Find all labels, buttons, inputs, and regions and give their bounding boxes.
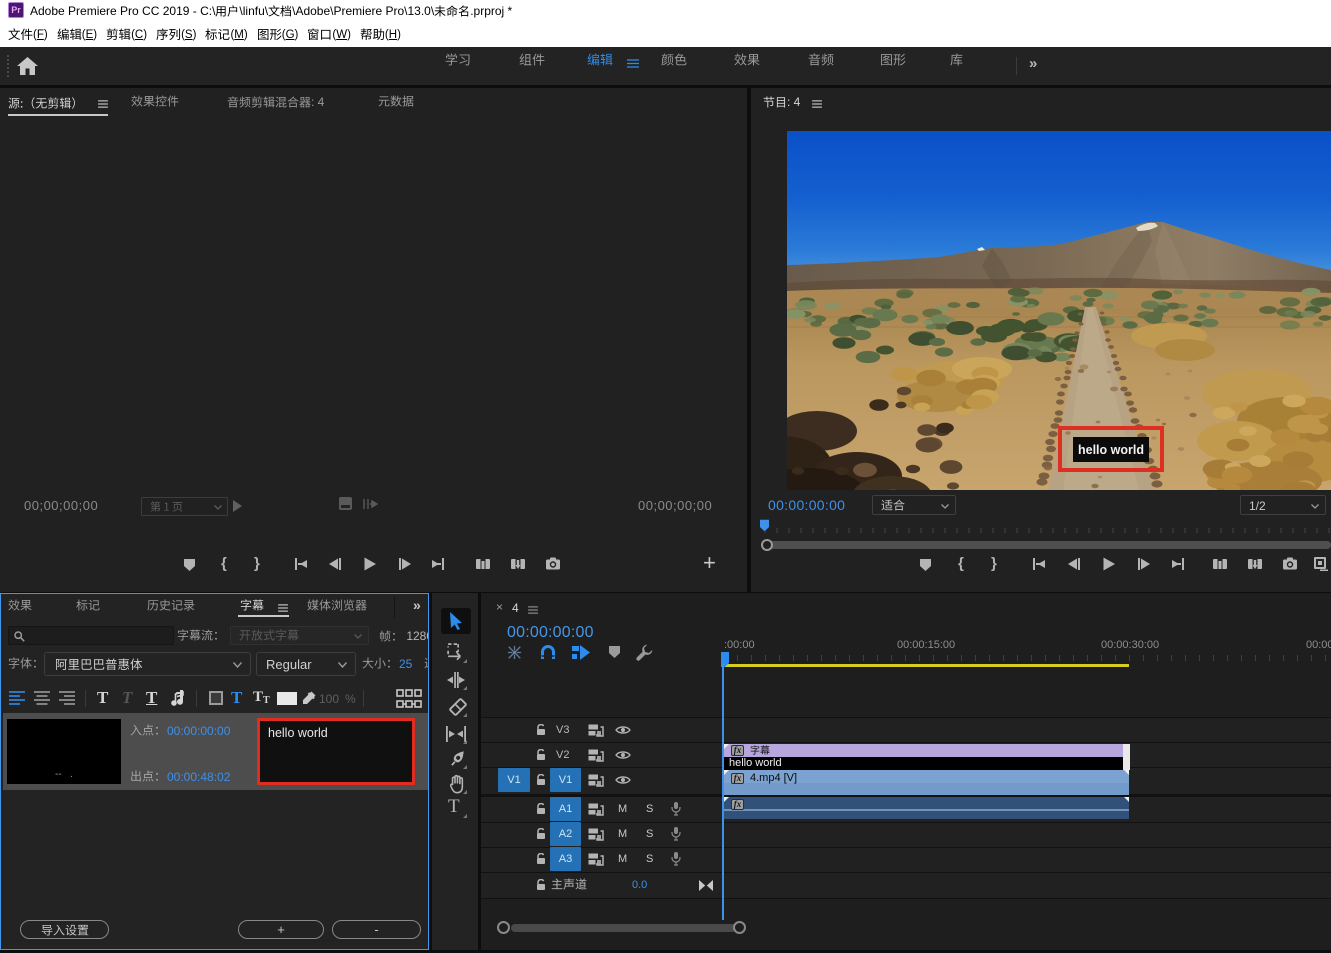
svg-text:hello world: hello world bbox=[1078, 443, 1144, 457]
